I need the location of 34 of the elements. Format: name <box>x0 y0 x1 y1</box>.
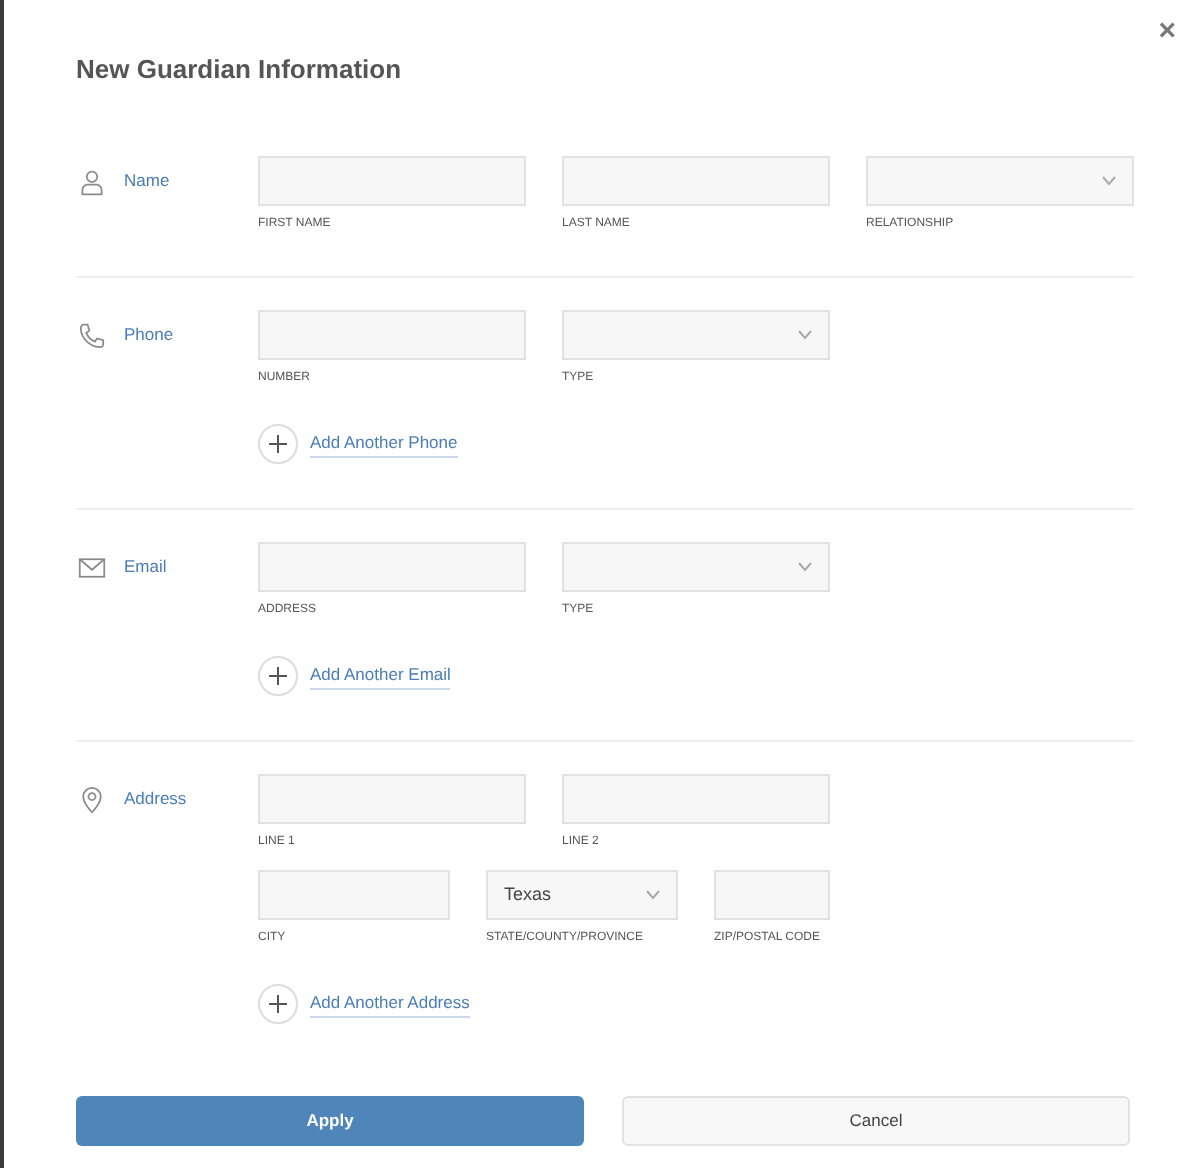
text-field[interactable] <box>714 870 830 920</box>
text-field[interactable] <box>258 310 526 360</box>
add-link[interactable]: Add Another Email <box>310 662 451 690</box>
text-field[interactable] <box>562 156 830 206</box>
text-field[interactable] <box>258 156 526 206</box>
add-link[interactable]: Add Another Phone <box>310 430 458 458</box>
phone-icon <box>78 321 106 349</box>
dropdown-field[interactable] <box>562 542 830 592</box>
text-field[interactable] <box>562 774 830 824</box>
chevron-down-icon <box>646 890 660 900</box>
cancel-button[interactable]: Cancel <box>622 1096 1130 1146</box>
envelope-icon <box>78 553 106 581</box>
add-icon[interactable] <box>258 984 298 1024</box>
location-pin-icon <box>78 785 106 813</box>
apply-button[interactable]: Apply <box>76 1096 584 1146</box>
text-field[interactable] <box>258 774 526 824</box>
add-link[interactable]: Add Another Address <box>310 990 470 1018</box>
dropdown-field[interactable]: Texas <box>486 870 678 920</box>
person-icon <box>78 167 106 195</box>
section-label: Address <box>124 786 187 812</box>
add-icon[interactable] <box>258 424 298 464</box>
dropdown-field[interactable] <box>866 156 1134 206</box>
section-label: Name <box>124 168 170 194</box>
section-label: Email <box>124 554 167 580</box>
section-label: Phone <box>124 322 174 348</box>
chevron-down-icon <box>1102 176 1116 186</box>
text-field[interactable] <box>258 542 526 592</box>
add-icon[interactable] <box>258 656 298 696</box>
chevron-down-icon <box>798 562 812 572</box>
dialog-title: New Guardian Information <box>76 54 404 86</box>
close-button[interactable]: × <box>1158 16 1176 46</box>
chevron-down-icon <box>798 330 812 340</box>
text-field[interactable] <box>258 870 450 920</box>
dropdown-field[interactable] <box>562 310 830 360</box>
